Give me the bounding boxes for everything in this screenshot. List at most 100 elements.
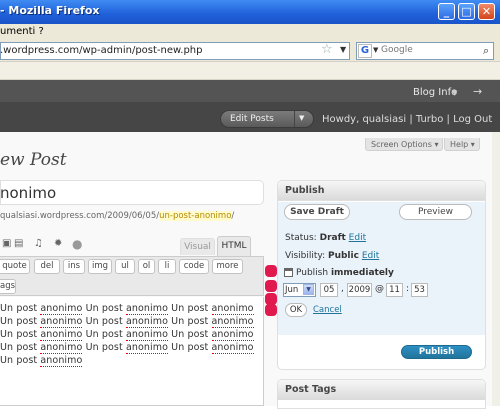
editor-word: Un	[0, 303, 14, 314]
blog-info-menu[interactable]: Blog Info	[413, 87, 457, 98]
editor-word: post	[187, 303, 209, 314]
quicktag-tags[interactable]: ags	[0, 279, 16, 294]
editor-word: Un	[85, 303, 99, 314]
user-greeting[interactable]: Howdy, qualsiasi | Turbo | Log Out	[322, 114, 492, 125]
month-value[interactable]: Jun	[285, 285, 298, 295]
maximize-button[interactable]: □	[458, 3, 475, 20]
editor-word: Un	[171, 329, 185, 340]
quicktag-ins[interactable]: ins	[63, 259, 85, 274]
editor-word: anonimo	[40, 303, 83, 315]
editor-word: Un	[171, 342, 185, 353]
year-input[interactable]: 2009	[347, 283, 372, 297]
add-poll-icon[interactable]: ●	[72, 237, 82, 251]
address-text[interactable]: .wordpress.com/wp-admin/post-new.php	[0, 45, 202, 56]
quicktag-more[interactable]: more	[212, 259, 243, 274]
tab-visual[interactable]: Visual	[180, 238, 215, 255]
publish-label: Publish	[296, 268, 329, 278]
search-magnifier-icon[interactable]: ⌕	[483, 44, 489, 58]
editor-line[interactable]: Un post anonimo Un post anonimo Un post …	[0, 329, 254, 341]
editor-word: post	[187, 316, 209, 327]
marker-dot	[265, 280, 277, 292]
ok-button[interactable]: OK	[285, 303, 307, 317]
editor-line[interactable]: Un post anonimo Un post anonimo Un post …	[0, 316, 254, 328]
editor-word: Un	[0, 355, 14, 366]
add-audio-icon[interactable]: ♫	[34, 238, 43, 249]
arrow-right-icon[interactable]: →	[473, 85, 482, 98]
bookmark-star-icon[interactable]: ☆	[321, 42, 333, 57]
editor-line[interactable]: Un post anonimo Un post anonimo Un post …	[0, 342, 254, 354]
visibility-label: Visibility:	[285, 251, 326, 261]
blog-info-arrow-icon[interactable]: ▼	[452, 89, 457, 97]
editor-line[interactable]: Un post anonimo Un post anonimo Un post …	[0, 303, 254, 315]
month-dropdown-icon[interactable]: ▼	[303, 284, 314, 295]
status-label: Status:	[285, 233, 317, 243]
add-image-icon[interactable]: ▣	[2, 238, 11, 249]
editor-word: anonimo	[40, 329, 83, 341]
quicktag-quote[interactable]: quote	[0, 259, 30, 274]
editor-word: post	[187, 329, 209, 340]
google-icon[interactable]: G	[358, 44, 372, 58]
edit-posts-arrow-icon[interactable]: ▼	[299, 114, 304, 122]
quicktag-del[interactable]: del	[34, 259, 60, 274]
close-button[interactable]: ✕	[478, 3, 495, 20]
search-engine-dropdown-icon[interactable]: ▼	[373, 46, 378, 54]
editor-word: anonimo	[125, 329, 169, 341]
address-dropdown-icon[interactable]: ▼	[340, 45, 346, 54]
editor-word: post	[16, 316, 38, 327]
add-video-icon[interactable]: ▤	[14, 238, 23, 249]
editor-word: Un	[85, 316, 99, 327]
date-separator: ,	[341, 284, 344, 294]
help-button[interactable]: Help ▾	[444, 138, 480, 151]
permalink: qualsiasi.wordpress.com/2009/06/05/un-po…	[0, 211, 234, 221]
editor-word: post	[101, 329, 123, 340]
publish-when: immediately	[330, 268, 394, 278]
editor-word: anonimo	[125, 342, 169, 354]
minimize-button[interactable]: _	[438, 3, 455, 20]
quicktag-li[interactable]: li	[158, 259, 176, 274]
window-title: - Mozilla Firefox	[0, 4, 100, 17]
publish-box-title: Publish	[285, 185, 325, 196]
page-scrollbar[interactable]	[492, 132, 500, 406]
editor-word: anonimo	[211, 342, 254, 354]
post-title-text[interactable]: nonimo	[0, 184, 56, 202]
editor-word: Un	[85, 342, 99, 353]
screen-options-button[interactable]: Screen Options ▾	[365, 138, 444, 151]
marker-dot	[265, 304, 277, 316]
quicktag-img[interactable]: img	[88, 259, 112, 274]
editor-line[interactable]: Un post anonimo	[0, 355, 83, 367]
permalink-slug[interactable]: un-post-anonimo	[159, 211, 232, 221]
editor-word: post	[16, 303, 38, 314]
editor-word: post	[101, 303, 123, 314]
publish-schedule-text: Publish immediately	[296, 268, 394, 278]
editor-word: Un	[0, 316, 14, 327]
visibility-value: Public	[327, 251, 359, 261]
edit-posts-label[interactable]: Edit Posts	[230, 114, 274, 124]
editor-word: post	[101, 316, 123, 327]
edit-visibility-link[interactable]: Edit	[362, 251, 379, 261]
publish-button[interactable]: Publish	[401, 345, 472, 359]
cancel-link[interactable]: Cancel	[313, 305, 342, 315]
editor-word: anonimo	[211, 329, 254, 341]
bookmarks-toolbar	[0, 62, 500, 80]
quicktag-code[interactable]: code	[179, 259, 209, 274]
editor-word: post	[16, 342, 38, 353]
quicktag-ul[interactable]: ul	[115, 259, 135, 274]
hour-input[interactable]: 11	[386, 283, 403, 297]
day-input[interactable]: 05	[320, 283, 338, 297]
editor-word: post	[101, 342, 123, 353]
time-separator: :	[406, 284, 410, 294]
add-media-icon[interactable]: ✹	[54, 238, 62, 249]
edit-status-link[interactable]: Edit	[349, 233, 366, 243]
permalink-suffix: /	[231, 211, 235, 221]
quicktag-ol[interactable]: ol	[138, 259, 155, 274]
save-draft-button[interactable]: Save Draft	[284, 204, 350, 220]
editor-word: post	[187, 342, 209, 353]
editor-word: anonimo	[40, 355, 83, 367]
editor-word: anonimo	[40, 316, 83, 328]
preview-button[interactable]: Preview	[399, 204, 472, 220]
post-tags-title: Post Tags	[285, 384, 337, 395]
menu-tools[interactable]: umenti ?	[0, 26, 44, 37]
minute-input[interactable]: 53	[411, 283, 428, 297]
search-input[interactable]	[381, 45, 481, 55]
tab-html[interactable]: HTML	[217, 236, 251, 256]
